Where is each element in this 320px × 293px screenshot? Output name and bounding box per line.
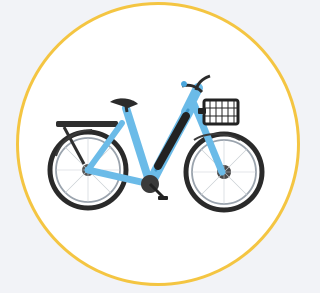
crankset <box>141 175 168 200</box>
electric-bike-image <box>47 74 265 213</box>
front-basket <box>198 98 240 126</box>
product-image-panel <box>0 0 300 293</box>
battery-pack <box>154 112 190 170</box>
